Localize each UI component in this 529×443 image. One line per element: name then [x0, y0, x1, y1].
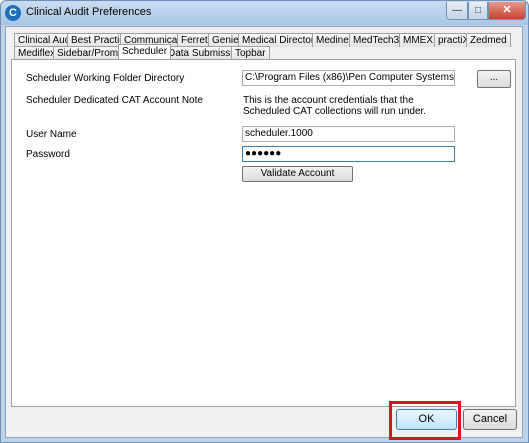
username-field[interactable]: scheduler.1000 — [242, 126, 455, 142]
folder-directory-field[interactable]: C:\Program Files (x86)\Pen Computer Syst… — [242, 70, 455, 86]
tab-zedmed[interactable]: Zedmed — [466, 33, 511, 47]
folder-directory-label: Scheduler Working Folder Directory — [26, 73, 185, 84]
account-note-label: Scheduler Dedicated CAT Account Note — [26, 95, 203, 106]
tab-scheduler[interactable]: Scheduler — [118, 44, 172, 59]
browse-folder-button[interactable]: ... — [477, 70, 511, 88]
close-button[interactable]: ✕ — [488, 2, 526, 20]
tab-topbar[interactable]: Topbar — [231, 46, 270, 60]
app-logo-icon: C — [5, 5, 21, 21]
password-label: Password — [26, 149, 70, 160]
minimize-button[interactable]: — — [446, 2, 468, 20]
username-label: User Name — [26, 129, 77, 140]
tab-ferret[interactable]: Ferret — [177, 33, 212, 47]
maximize-button[interactable]: □ — [468, 2, 488, 20]
account-note-text: This is the account credentials that the… — [243, 95, 427, 117]
password-field[interactable]: ●●●●●● — [242, 146, 455, 162]
title-bar[interactable]: C Clinical Audit Preferences — □ ✕ — [1, 1, 528, 25]
scheduler-tab-panel: Scheduler Working Folder Directory C:\Pr… — [11, 59, 516, 407]
ok-highlight-box — [389, 401, 461, 440]
cancel-button[interactable]: Cancel — [463, 409, 517, 430]
validate-account-button[interactable]: Validate Account — [242, 166, 353, 182]
tab-mmex[interactable]: MMEX — [399, 33, 437, 47]
window-title: Clinical Audit Preferences — [26, 6, 152, 18]
